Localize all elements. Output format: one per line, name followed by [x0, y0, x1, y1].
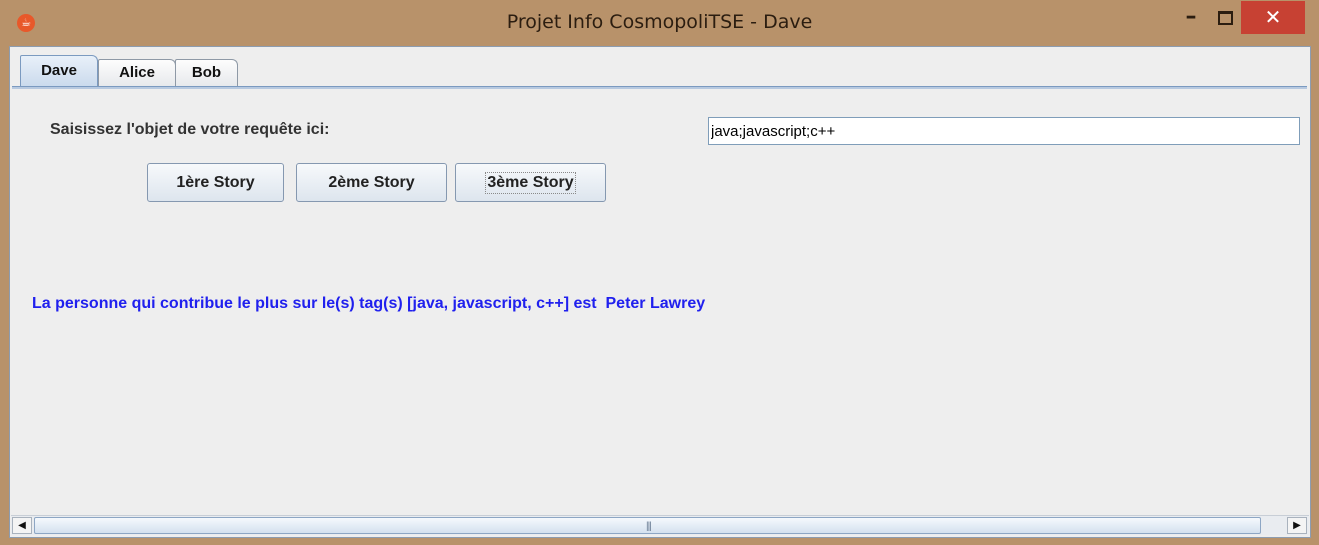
window-title: Projet Info CosmopoliTSE - Dave: [506, 11, 813, 33]
main-panel: Dave Alice Bob Saisissez l'objet de votr…: [9, 46, 1311, 538]
maximize-icon: [1218, 11, 1233, 25]
title-bar[interactable]: ☕ Projet Info CosmopoliTSE - Dave – ✕: [0, 0, 1319, 46]
query-input[interactable]: [708, 117, 1300, 145]
minimize-icon: –: [1185, 4, 1197, 29]
tab-dave[interactable]: Dave: [20, 55, 98, 88]
story-3-button[interactable]: 3ème Story: [455, 163, 606, 202]
tab-panel-border: [12, 86, 1307, 89]
result-message: La personne qui contribue le plus sur le…: [32, 295, 706, 312]
story-3-label: 3ème Story: [485, 171, 576, 194]
scroll-grip-icon: |||: [646, 521, 652, 532]
query-prompt-label: Saisissez l'objet de votre requête ici:: [50, 121, 330, 138]
app-window: ☕ Projet Info CosmopoliTSE - Dave – ✕ Da…: [0, 0, 1319, 545]
tab-bob[interactable]: Bob: [175, 59, 238, 86]
story-1-button[interactable]: 1ère Story: [147, 163, 284, 202]
minimize-button[interactable]: –: [1174, 4, 1208, 32]
horizontal-scrollbar[interactable]: ◀ ||| ▶: [11, 515, 1309, 535]
story-2-button[interactable]: 2ème Story: [296, 163, 447, 202]
close-icon: ✕: [1264, 5, 1282, 29]
tab-alice[interactable]: Alice: [98, 59, 176, 86]
close-button[interactable]: ✕: [1241, 1, 1305, 34]
scroll-right-arrow-icon[interactable]: ▶: [1287, 517, 1307, 534]
scroll-left-arrow-icon[interactable]: ◀: [12, 517, 32, 534]
maximize-button[interactable]: [1207, 4, 1241, 32]
scrollbar-thumb[interactable]: |||: [34, 517, 1261, 534]
